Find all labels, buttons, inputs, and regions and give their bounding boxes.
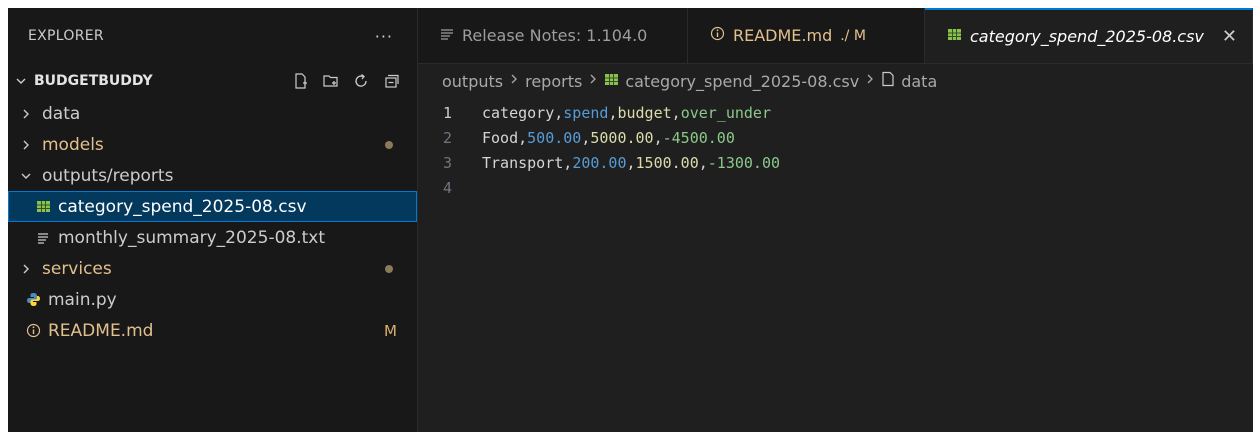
tree-item-label: outputs/reports	[42, 165, 174, 186]
collapse-all-icon[interactable]	[381, 71, 401, 91]
tree-item-label: main.py	[48, 289, 117, 310]
tab-release-notes[interactable]: Release Notes: 1.104.0	[418, 8, 688, 63]
line-number: 4	[442, 178, 452, 197]
tree-folder-data[interactable]: data	[8, 98, 417, 129]
code-line: 4	[418, 175, 1253, 200]
csv-table-icon	[947, 27, 962, 46]
explorer-header: EXPLORER ···	[8, 8, 417, 64]
new-file-icon[interactable]	[291, 71, 311, 91]
csv-cell: 1500.00	[635, 153, 699, 172]
code-line: 2 Food, 500.00, 5000.00, -4500.00	[418, 125, 1253, 150]
line-number: 2	[442, 128, 452, 147]
tree-file-readme[interactable]: README.md M	[8, 315, 417, 346]
modified-dot-icon	[385, 264, 393, 273]
refresh-icon[interactable]	[351, 71, 371, 91]
git-modified-badge: M	[384, 321, 397, 340]
tree-folder-models[interactable]: models	[8, 129, 417, 160]
tree-file-monthly-summary-txt[interactable]: monthly_summary_2025-08.txt	[8, 222, 417, 253]
csv-cell: 500.00	[527, 128, 582, 147]
code-editor[interactable]: 1 category, spend, budget, over_under 2 Foo…	[418, 98, 1253, 200]
csv-table-icon	[34, 199, 52, 214]
tab-git-status: ./ M	[840, 27, 866, 44]
breadcrumb-item[interactable]: category_spend_2025-08.csv	[625, 72, 859, 91]
modified-dot-icon	[385, 140, 393, 149]
csv-cell: over_under	[680, 103, 771, 122]
tab-label: category_spend_2025-08.csv	[970, 27, 1204, 46]
project-actions	[291, 71, 417, 91]
tree-item-label: category_spend_2025-08.csv	[58, 196, 307, 217]
python-icon	[24, 292, 42, 307]
project-name: BUDGETBUDDY	[34, 73, 153, 89]
new-folder-icon[interactable]	[321, 71, 341, 91]
vscode-window: EXPLORER ··· BUDGETBUDDY data models out…	[8, 8, 1253, 432]
csv-cell: Transport	[482, 153, 564, 172]
tree-file-category-spend-csv[interactable]: category_spend_2025-08.csv	[8, 191, 417, 222]
breadcrumb-separator-icon	[865, 73, 875, 89]
breadcrumb: outputs reports category_spend_2025-08.c…	[418, 64, 1253, 98]
breadcrumb-separator-icon	[509, 73, 519, 89]
csv-table-icon	[604, 72, 619, 91]
file-outline-icon	[881, 71, 895, 91]
tree-item-label: data	[42, 103, 81, 124]
tree-item-label: monthly_summary_2025-08.txt	[58, 227, 326, 248]
tab-readme[interactable]: README.md ./ M	[688, 8, 925, 63]
csv-cell: 200.00	[572, 153, 627, 172]
tree-folder-outputs-reports[interactable]: outputs/reports	[8, 160, 417, 191]
csv-cell: -1300.00	[707, 153, 781, 172]
chevron-down-icon	[16, 170, 36, 182]
csv-cell: spend	[563, 103, 609, 122]
editor-area: Release Notes: 1.104.0 README.md ./ M ca…	[418, 8, 1253, 432]
project-folder-row[interactable]: BUDGETBUDDY	[8, 64, 417, 98]
tree-item-label: services	[42, 258, 112, 279]
info-icon	[710, 26, 725, 45]
breadcrumb-item[interactable]: outputs	[442, 72, 503, 91]
close-tab-icon[interactable]: ✕	[1222, 26, 1237, 47]
breadcrumb-item[interactable]: data	[901, 72, 937, 91]
csv-cell: Food	[482, 128, 519, 147]
line-number: 3	[442, 153, 452, 172]
tab-bar: Release Notes: 1.104.0 README.md ./ M ca…	[418, 8, 1253, 64]
tree-item-label: README.md	[48, 320, 154, 341]
info-icon	[24, 323, 42, 338]
more-actions-button[interactable]: ···	[375, 27, 393, 46]
tab-category-spend-csv[interactable]: category_spend_2025-08.csv ✕	[925, 8, 1253, 63]
explorer-sidebar: EXPLORER ··· BUDGETBUDDY data models out…	[8, 8, 418, 432]
code-line: 1 category, spend, budget, over_under	[418, 100, 1253, 125]
tab-label: Release Notes: 1.104.0	[462, 26, 648, 45]
tab-label: README.md	[733, 26, 833, 45]
list-icon	[440, 26, 454, 45]
tree-folder-services[interactable]: services	[8, 253, 417, 284]
tree-item-label: models	[42, 134, 104, 155]
csv-cell: budget	[617, 103, 672, 122]
chevron-right-icon	[16, 139, 36, 151]
breadcrumb-separator-icon	[588, 73, 598, 89]
csv-cell: category	[482, 103, 555, 122]
csv-cell: 5000.00	[590, 128, 654, 147]
breadcrumb-item[interactable]: reports	[525, 72, 582, 91]
code-line: 3 Transport, 200.00, 1500.00, -1300.00	[418, 150, 1253, 175]
explorer-title: EXPLORER	[28, 28, 104, 44]
tree-file-main-py[interactable]: main.py	[8, 284, 417, 315]
chevron-right-icon	[16, 108, 36, 120]
chevron-right-icon	[16, 263, 36, 275]
csv-cell: -4500.00	[662, 128, 735, 147]
text-file-icon	[34, 231, 52, 245]
line-number: 1	[442, 103, 452, 122]
chevron-down-icon	[14, 74, 32, 88]
